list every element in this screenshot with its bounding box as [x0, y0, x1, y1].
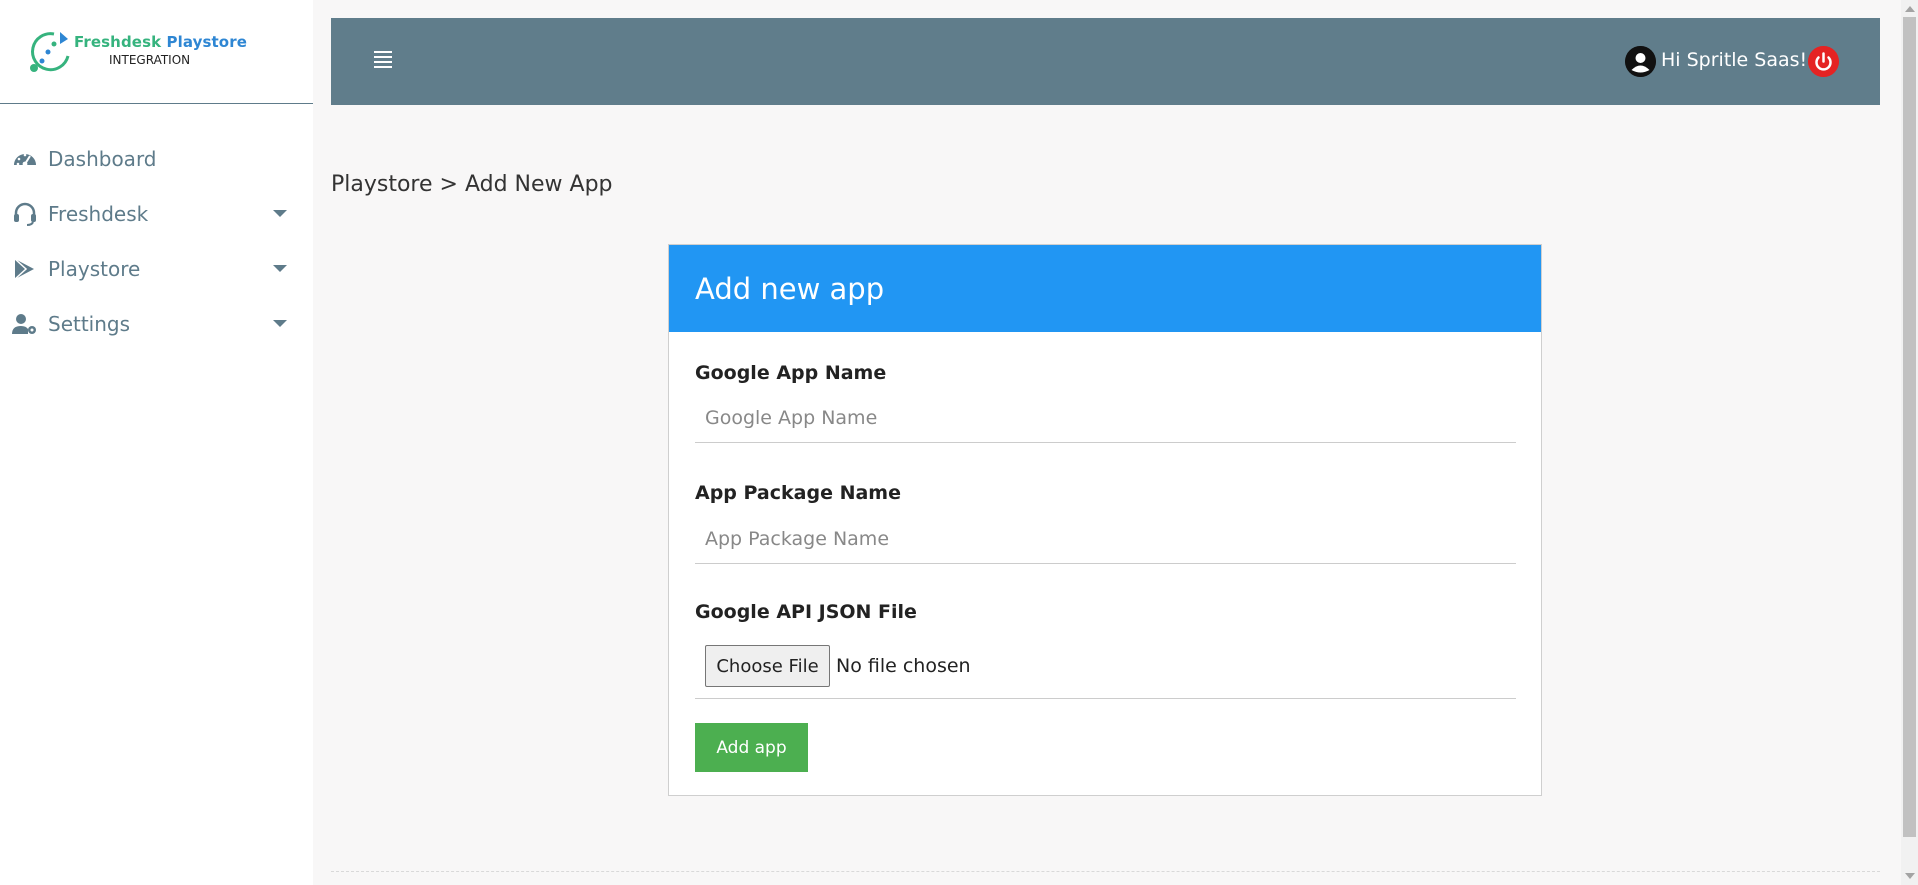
brand-name-part1: Freshdesk	[74, 33, 162, 51]
sidebar-item-settings[interactable]: Settings	[0, 296, 313, 351]
sidebar-item-label: Settings	[48, 311, 131, 336]
sidebar-item-playstore[interactable]: Playstore	[0, 241, 313, 296]
sidebar-item-label: Dashboard	[48, 146, 157, 171]
add-app-button[interactable]: Add app	[695, 723, 808, 772]
sidebar-item-dashboard[interactable]: Dashboard	[0, 131, 313, 186]
play-store-icon	[14, 257, 34, 280]
brand-subtitle: INTEGRATION	[109, 53, 191, 67]
sidebar-item-freshdesk[interactable]: Freshdesk	[0, 186, 313, 241]
file-status-text: No file chosen	[836, 655, 971, 677]
breadcrumb: Playstore > Add New App	[331, 172, 613, 197]
json-file-label: Google API JSON File	[695, 601, 917, 623]
logo-mark-icon	[30, 32, 70, 72]
chevron-down-icon	[273, 320, 287, 327]
card-title: Add new app	[669, 245, 1541, 332]
sidebar: Freshdesk Playstore INTEGRATION Dashboar…	[0, 0, 313, 885]
sidebar-item-label: Playstore	[48, 256, 141, 281]
chevron-down-icon	[273, 265, 287, 272]
hamburger-menu-icon[interactable]	[374, 51, 392, 69]
dashboard-gauge-icon	[14, 153, 36, 166]
chevron-down-icon	[273, 210, 287, 217]
sidebar-nav: Dashboard Freshdesk Playstore Settings	[0, 131, 313, 351]
sidebar-item-label: Freshdesk	[48, 201, 149, 226]
brand-logo[interactable]: Freshdesk Playstore INTEGRATION	[0, 0, 313, 104]
user-cog-icon	[12, 313, 36, 334]
package-name-input[interactable]	[695, 514, 1516, 564]
app-name-label: Google App Name	[695, 362, 887, 384]
choose-file-button[interactable]: Choose File	[705, 645, 830, 687]
package-name-label: App Package Name	[695, 482, 901, 504]
scroll-thumb[interactable]	[1903, 17, 1916, 837]
page-scrollbar[interactable]	[1901, 0, 1918, 885]
breadcrumb-separator: >	[439, 172, 458, 197]
breadcrumb-current: Add New App	[464, 172, 613, 197]
brand-name: Freshdesk Playstore	[74, 33, 247, 51]
footer-divider	[331, 871, 1880, 872]
scroll-down-icon[interactable]	[1905, 873, 1915, 879]
user-greeting: Hi Spritle Saas!	[1661, 49, 1808, 71]
top-bar: Hi Spritle Saas!	[331, 18, 1880, 105]
brand-name-part2: Playstore	[166, 33, 247, 51]
file-input: Choose File No file chosen	[695, 640, 1516, 699]
power-icon[interactable]	[1808, 46, 1839, 77]
app-name-input[interactable]	[695, 393, 1516, 443]
breadcrumb-parent[interactable]: Playstore	[331, 172, 433, 197]
scroll-up-icon[interactable]	[1905, 6, 1915, 12]
headset-icon	[14, 202, 36, 226]
user-circle-icon	[1625, 46, 1656, 77]
add-app-card: Add new app Google App Name App Package …	[668, 244, 1542, 796]
